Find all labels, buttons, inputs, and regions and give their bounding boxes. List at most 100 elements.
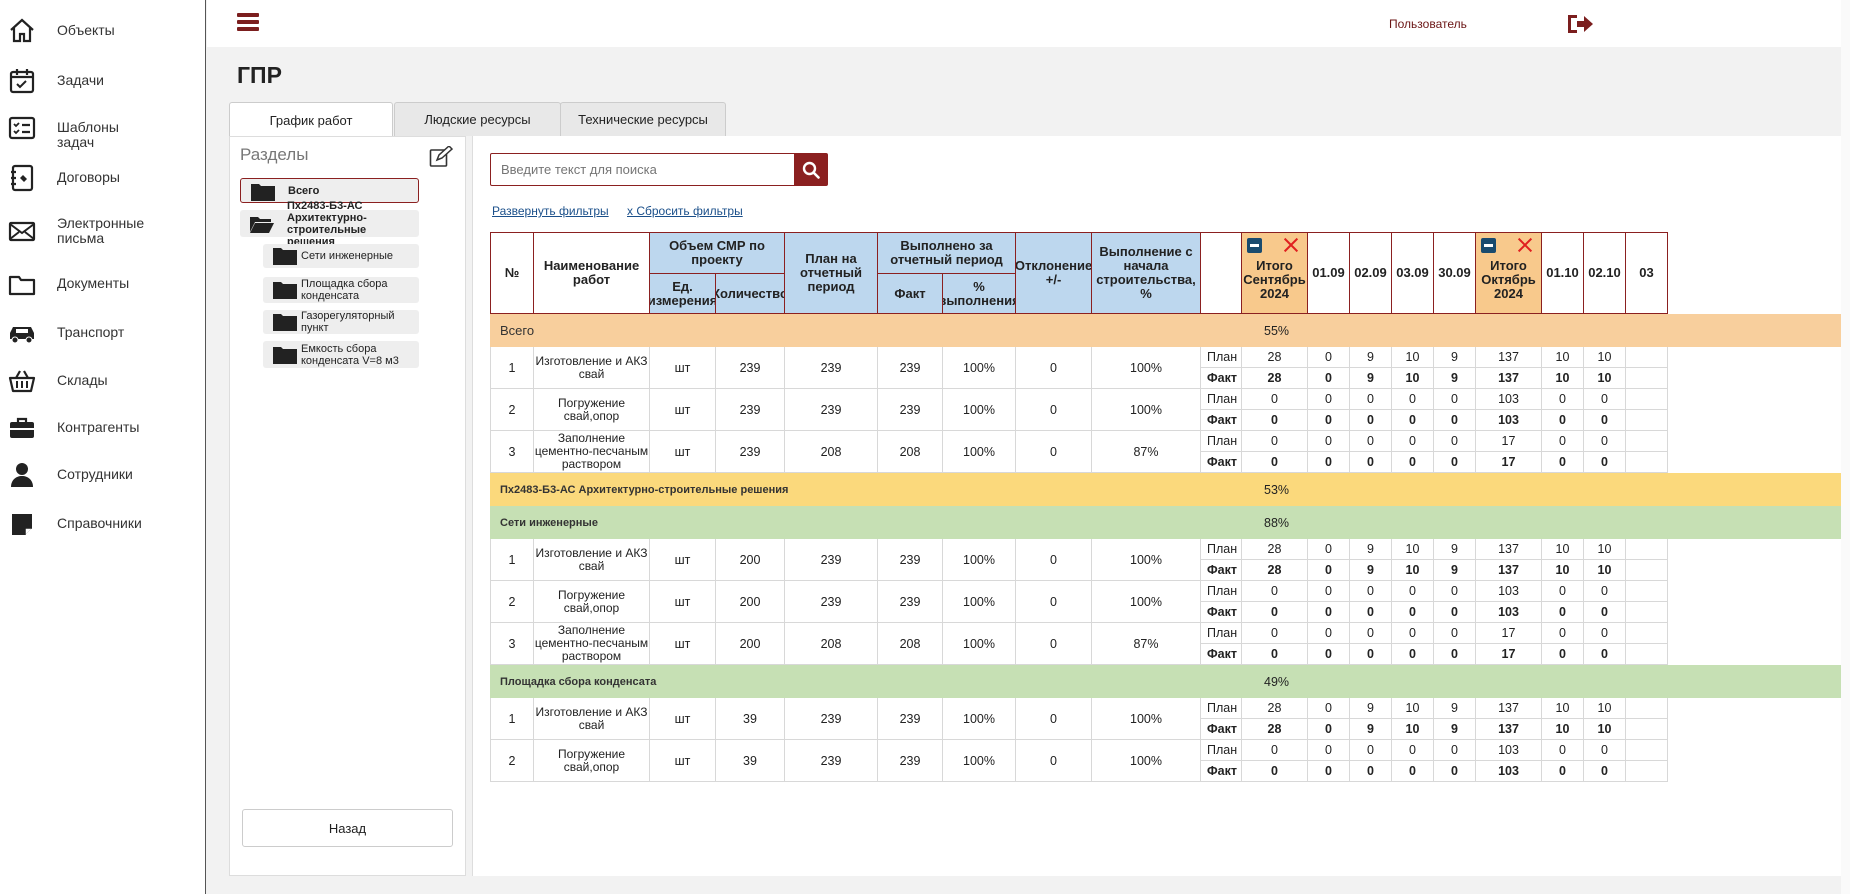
tab-technical-resources[interactable]: Технические ресурсы (560, 102, 726, 136)
fact-value: 0 (1308, 560, 1350, 581)
sidebar-item-label: Документы (57, 275, 130, 291)
section-item-4[interactable]: Площадка сбора конденсата (263, 277, 419, 303)
plan-value: 10 (1584, 539, 1626, 560)
folder-icon (273, 346, 297, 364)
plan-value: 0 (1392, 389, 1434, 410)
plan-label: План (1201, 431, 1242, 452)
fact-value: 0 (1542, 761, 1584, 782)
row-total: 100% (1092, 347, 1201, 389)
fact-value: 9 (1350, 368, 1392, 389)
row-fact: 239 (878, 389, 943, 431)
fact-value: 0 (1542, 452, 1584, 473)
fact-label: Факт (1201, 410, 1242, 431)
user-label[interactable]: Пользователь (1389, 17, 1467, 31)
sidebar-item-9[interactable]: Контрагенты (0, 417, 205, 438)
plan-value: 0 (1392, 581, 1434, 602)
plan-value: 28 (1242, 698, 1308, 719)
row-qty: 39 (716, 698, 785, 740)
section-item-2[interactable]: Пх2483-Б3-АС Архитектурно-строительные р… (240, 200, 419, 248)
folder-icon (8, 270, 36, 298)
fact-value: 0 (1242, 410, 1308, 431)
sidebar-item-5[interactable]: Электронные письма (0, 216, 205, 246)
plan-value: 0 (1308, 740, 1350, 761)
vertical-scrollbar[interactable] (1841, 0, 1850, 894)
row-pct: 100% (943, 623, 1016, 665)
row-unit: шт (650, 581, 716, 623)
folder-icon (251, 183, 275, 201)
edit-icon[interactable] (429, 146, 453, 168)
reset-filters-link[interactable]: x Сбросить фильтры (627, 204, 743, 218)
row-fact: 208 (878, 623, 943, 665)
plan-value (1626, 389, 1668, 410)
fact-value (1626, 452, 1668, 473)
row-qty: 239 (716, 389, 785, 431)
expand-filters-link[interactable]: Развернуть фильтры (492, 204, 609, 218)
search-box (490, 153, 828, 186)
group-title: Сети инженерные (500, 516, 598, 529)
fact-value: 0 (1308, 410, 1350, 431)
plan-value: 0 (1308, 581, 1350, 602)
fact-value: 0 (1542, 410, 1584, 431)
tab-schedule[interactable]: График работ (229, 102, 393, 137)
section-item-5[interactable]: Газорегуляторный пункт (263, 310, 419, 334)
plan-value: 103 (1476, 389, 1542, 410)
sidebar-item-4[interactable]: Договоры (0, 164, 205, 192)
plan-value: 0 (1542, 581, 1584, 602)
group-percent: 55% (1264, 323, 1290, 338)
row-deviation: 0 (1016, 539, 1092, 581)
search-input[interactable] (491, 154, 791, 185)
row-total: 100% (1092, 698, 1201, 740)
fact-value: 0 (1350, 602, 1392, 623)
row-fact: 239 (878, 698, 943, 740)
tab-human-resources[interactable]: Людские ресурсы (394, 102, 561, 136)
plan-value: 0 (1308, 389, 1350, 410)
section-item-6[interactable]: Емкость сбора конденсата V=8 м3 (263, 341, 419, 368)
plan-value: 17 (1476, 623, 1542, 644)
sidebar-item-6[interactable]: Документы (0, 276, 205, 296)
sidebar-item-10[interactable]: Сотрудники (0, 463, 205, 487)
contract-book-icon (8, 164, 36, 192)
close-icon[interactable] (1283, 237, 1299, 253)
sidebar-item-2[interactable]: Задачи (0, 69, 205, 94)
close-icon[interactable] (1517, 237, 1533, 253)
row-deviation: 0 (1016, 431, 1092, 473)
plan-value: 0 (1350, 389, 1392, 410)
fact-value: 0 (1584, 761, 1626, 782)
back-button[interactable]: Назад (242, 809, 453, 847)
section-item-label: Сети инженерные (301, 250, 394, 262)
folder-icon (273, 282, 297, 299)
sidebar-item-1[interactable]: Объекты (0, 18, 205, 43)
fact-value: 0 (1350, 410, 1392, 431)
folder-open-icon (250, 216, 274, 233)
plan-value: 137 (1476, 539, 1542, 560)
sidebar-item-8[interactable]: Склады (0, 370, 205, 393)
row-number: 3 (490, 431, 534, 473)
plan-label: План (1201, 623, 1242, 644)
header-plan: План на отчетный период (785, 232, 878, 314)
header-oct-total: Итого Октябрь 2024 (1476, 232, 1542, 314)
logout-icon[interactable] (1566, 12, 1594, 36)
section-item-3[interactable]: Сети инженерные (263, 244, 419, 268)
sidebar-item-label: Объекты (57, 22, 115, 38)
plan-value: 0 (1584, 389, 1626, 410)
sidebar-item-3[interactable]: Шаблоны задач (0, 116, 205, 150)
section-item-label: Пх2483-Б3-АС Архитектурно-строительные р… (287, 199, 367, 248)
collapse-icon[interactable] (1247, 238, 1262, 253)
fact-value: 0 (1350, 761, 1392, 782)
group-title: Всего (500, 323, 535, 338)
header-date: 03.09 (1392, 232, 1434, 314)
fact-value: 0 (1350, 452, 1392, 473)
collapse-icon[interactable] (1481, 238, 1496, 253)
row-number: 1 (490, 698, 534, 740)
fact-value: 28 (1242, 719, 1308, 740)
row-pct: 100% (943, 431, 1016, 473)
search-button[interactable] (794, 154, 827, 185)
plan-value: 0 (1242, 740, 1308, 761)
plan-value: 10 (1542, 347, 1584, 368)
plan-value: 0 (1542, 623, 1584, 644)
plan-value: 0 (1350, 581, 1392, 602)
sidebar-item-7[interactable]: Транспорт (0, 325, 205, 344)
sidebar-item-11[interactable]: Справочники (0, 514, 205, 535)
menu-burger-icon[interactable] (237, 13, 259, 35)
row-plan: 239 (785, 389, 878, 431)
